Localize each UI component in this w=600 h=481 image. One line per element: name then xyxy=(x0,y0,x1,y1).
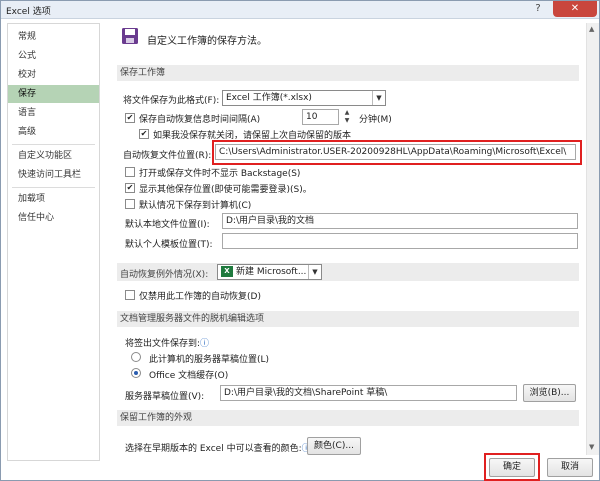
autorecover-location-label: 自动恢复文件位置(R): xyxy=(123,151,212,161)
autorecover-minutes-input[interactable]: 10 xyxy=(302,109,339,125)
sidebar-item-trust-center[interactable]: 信任中心 xyxy=(8,209,99,227)
drafts-location-input[interactable]: D:\用户目录\我的文档\SharePoint 草稿\ xyxy=(220,385,517,401)
options-sidebar: 常规 公式 校对 保存 语言 高级 自定义功能区 快速访问工具栏 加载项 信任中… xyxy=(7,23,100,461)
format-label: 将文件保存为此格式(F): xyxy=(123,96,220,106)
section-offline-editing: 文档管理服务器文件的脱机编辑选项 xyxy=(117,311,579,327)
title-bar: Excel 选项 ? ✕ xyxy=(1,1,599,19)
spin-down-icon[interactable]: ▼ xyxy=(341,117,353,125)
save-disk-icon xyxy=(121,27,139,45)
default-local-input[interactable]: D:\用户目录\我的文档 xyxy=(222,213,578,229)
excel-options-dialog: Excel 选项 ? ✕ 常规 公式 校对 保存 语言 高级 自定义功能区 快速… xyxy=(0,0,600,481)
sidebar-divider xyxy=(12,187,95,188)
disable-autorecover-label: 仅禁用此工作簿的自动恢复(D) xyxy=(139,292,261,302)
page-header: 自定义工作簿的保存方法。 xyxy=(147,36,267,47)
close-icon[interactable]: ✕ xyxy=(553,1,597,17)
excel-icon: X xyxy=(221,266,233,277)
spin-up-icon[interactable]: ▲ xyxy=(341,109,353,117)
help-icon[interactable]: ? xyxy=(527,1,549,17)
radio-office-cache[interactable] xyxy=(131,368,141,378)
save-options-panel: 自定义工作簿的保存方法。 保存工作簿 将文件保存为此格式(F): Excel 工… xyxy=(109,23,587,455)
radio-server-drafts[interactable] xyxy=(131,352,141,362)
vertical-scrollbar[interactable]: ▲ ▼ xyxy=(586,23,599,455)
autorecover-checkbox[interactable]: ✔ xyxy=(125,113,135,123)
sidebar-item-advanced[interactable]: 高级 xyxy=(8,123,99,141)
show-places-label: 显示其他保存位置(即使可能需要登录)(S)。 xyxy=(139,185,312,195)
scroll-down-icon[interactable]: ▼ xyxy=(589,443,594,451)
browse-button[interactable]: 浏览(B)... xyxy=(523,384,576,402)
drafts-location-label: 服务器草稿位置(V): xyxy=(125,392,205,402)
sidebar-item-formulas[interactable]: 公式 xyxy=(8,47,99,65)
format-select[interactable]: Excel 工作簿(*.xlsx) ▼ xyxy=(222,90,386,106)
chevron-down-icon: ▼ xyxy=(308,265,321,279)
sidebar-item-save[interactable]: 保存 xyxy=(8,85,99,103)
office-cache-option-label: Office 文档缓存(O) xyxy=(149,371,229,381)
minutes-spinner[interactable]: ▲ ▼ xyxy=(341,109,353,125)
autorecover-workbook-value: 新建 Microsoft... xyxy=(236,267,307,277)
default-computer-label: 默认情况下保存到计算机(C) xyxy=(139,201,252,211)
sidebar-item-proofing[interactable]: 校对 xyxy=(8,66,99,84)
autorecover-label: 保存自动恢复信息时间间隔(A) xyxy=(139,115,261,125)
save-checked-out-label: 将签出文件保存到:ⓘ xyxy=(125,339,210,349)
sidebar-item-language[interactable]: 语言 xyxy=(8,104,99,122)
sidebar-item-addins[interactable]: 加载项 xyxy=(8,190,99,208)
sidebar-item-quick-access[interactable]: 快速访问工具栏 xyxy=(8,166,99,184)
default-template-label: 默认个人模板位置(T): xyxy=(125,240,213,250)
default-computer-checkbox[interactable] xyxy=(125,199,135,209)
section-save-workbooks: 保存工作簿 xyxy=(117,65,579,81)
autorecover-workbook-select[interactable]: X 新建 Microsoft... ▼ xyxy=(217,264,322,280)
chevron-down-icon: ▼ xyxy=(372,91,385,105)
format-value: Excel 工作簿(*.xlsx) xyxy=(226,93,312,103)
colors-label: 选择在早期版本的 Excel 中可以查看的颜色:ⓘ xyxy=(125,441,311,454)
sidebar-item-customize-ribbon[interactable]: 自定义功能区 xyxy=(8,147,99,165)
show-places-checkbox[interactable]: ✔ xyxy=(125,183,135,193)
sidebar-item-general[interactable]: 常规 xyxy=(8,28,99,46)
minutes-label: 分钟(M) xyxy=(359,115,392,125)
colors-button[interactable]: 颜色(C)... xyxy=(307,437,361,455)
sidebar-divider xyxy=(12,144,95,145)
backstage-label: 打开或保存文件时不显示 Backstage(S) xyxy=(139,169,301,179)
scroll-up-icon[interactable]: ▲ xyxy=(589,25,594,33)
default-template-input[interactable] xyxy=(222,233,578,249)
server-drafts-option-label: 此计算机的服务器草稿位置(L) xyxy=(149,355,270,365)
keep-last-version-checkbox[interactable]: ✔ xyxy=(139,129,149,139)
default-local-label: 默认本地文件位置(I): xyxy=(125,220,210,230)
info-icon: ⓘ xyxy=(200,339,210,349)
autorecover-exceptions-label: 自动恢复例外情况(X): xyxy=(120,270,209,280)
backstage-checkbox[interactable] xyxy=(125,167,135,177)
section-preserve-appearance: 保留工作簿的外观 xyxy=(117,410,579,426)
window-title: Excel 选项 xyxy=(6,7,51,17)
highlight-autorecover-location xyxy=(212,140,582,165)
cancel-button[interactable]: 取消 xyxy=(547,458,593,477)
highlight-ok-button xyxy=(484,453,540,481)
disable-autorecover-checkbox[interactable] xyxy=(125,290,135,300)
